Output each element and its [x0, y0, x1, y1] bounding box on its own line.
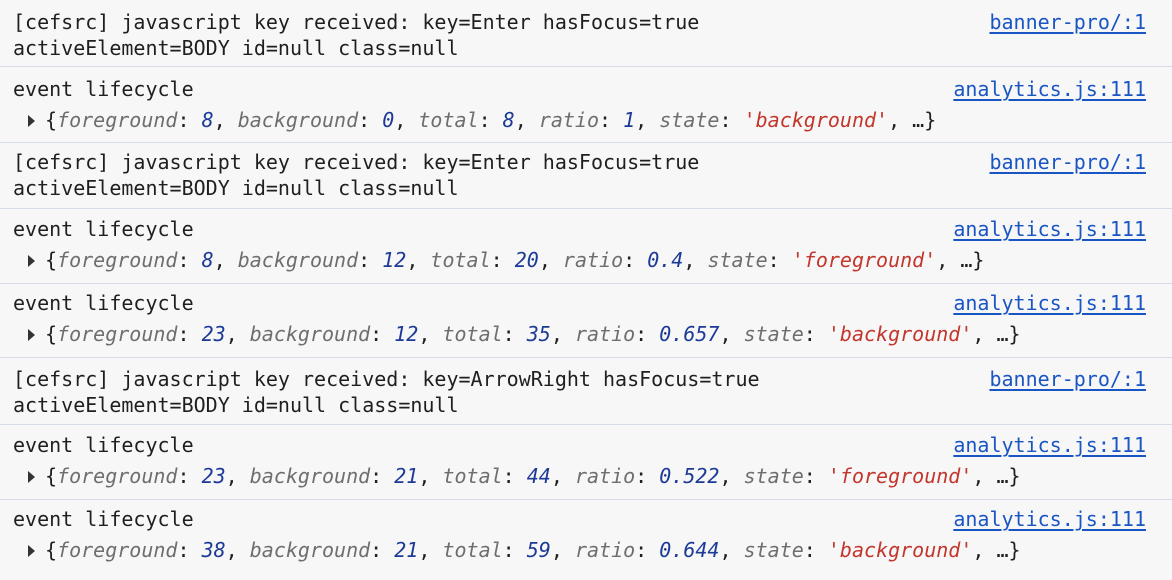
key-total: total [442, 464, 503, 488]
key-total: total [418, 108, 479, 132]
console-message: event lifecycle analytics.js:111 {foregr… [0, 425, 1172, 500]
value-foreground: 8 [201, 248, 214, 272]
message-text: [cefsrc] javascript key received: key=En… [13, 149, 972, 201]
key-foreground: foreground [57, 538, 178, 562]
key-ratio: ratio [574, 464, 636, 488]
value-state: 'background' [743, 108, 889, 132]
key-state: state [659, 108, 720, 132]
message-text: event lifecycle [13, 507, 194, 531]
expand-caret-icon[interactable] [28, 545, 35, 557]
object-preview[interactable]: {foreground: 8, background: 12, total: 2… [28, 247, 984, 273]
value-ratio: 0.522 [659, 464, 720, 488]
value-total: 44 [526, 464, 551, 488]
key-background: background [249, 464, 371, 488]
message-line-2: activeElement=BODY id=null class=null [13, 36, 459, 60]
console-message: [cefsrc] javascript key received: key=Ar… [0, 358, 1172, 425]
expand-caret-icon[interactable] [28, 255, 35, 267]
key-total: total [442, 322, 503, 346]
value-total: 20 [514, 248, 539, 272]
key-background: background [249, 322, 371, 346]
key-total: total [430, 248, 491, 272]
value-ratio: 1 [623, 108, 636, 132]
message-line-2: activeElement=BODY id=null class=null [13, 176, 459, 200]
value-state: 'background' [827, 538, 973, 562]
message-text: [cefsrc] javascript key received: key=Ar… [13, 366, 972, 418]
console-message: [cefsrc] javascript key received: key=En… [0, 0, 1172, 67]
console-message: event lifecycle analytics.js:111 {foregr… [0, 500, 1172, 580]
source-link[interactable]: analytics.js:111 [953, 216, 1146, 242]
value-ratio: 0.4 [647, 248, 684, 272]
value-state: 'foreground' [827, 464, 973, 488]
message-text: event lifecycle [13, 217, 194, 241]
message-line-1: [cefsrc] javascript key received: key=Ar… [13, 367, 760, 391]
key-background: background [237, 108, 359, 132]
value-foreground: 38 [201, 538, 226, 562]
message-text: event lifecycle [13, 433, 194, 457]
value-background: 12 [382, 248, 407, 272]
message-line-1: [cefsrc] javascript key received: key=En… [13, 10, 700, 34]
source-link[interactable]: banner-pro/:1 [989, 9, 1146, 35]
expand-caret-icon[interactable] [28, 329, 35, 341]
object-preview[interactable]: {foreground: 38, background: 21, total: … [28, 537, 1021, 563]
source-link[interactable]: banner-pro/:1 [989, 149, 1146, 175]
console-panel: [cefsrc] javascript key received: key=En… [0, 0, 1172, 580]
value-total: 35 [526, 322, 551, 346]
message-line-1: [cefsrc] javascript key received: key=En… [13, 150, 700, 174]
key-foreground: foreground [57, 322, 178, 346]
key-ratio: ratio [574, 538, 636, 562]
key-ratio: ratio [538, 108, 600, 132]
key-state: state [743, 322, 804, 346]
value-foreground: 23 [201, 322, 226, 346]
value-background: 21 [394, 464, 419, 488]
key-foreground: foreground [57, 248, 178, 272]
value-foreground: 8 [201, 108, 214, 132]
value-ratio: 0.657 [659, 322, 720, 346]
console-message: [cefsrc] javascript key received: key=En… [0, 143, 1172, 209]
source-link[interactable]: analytics.js:111 [953, 506, 1146, 532]
source-link[interactable]: banner-pro/:1 [989, 366, 1146, 392]
object-preview[interactable]: {foreground: 8, background: 0, total: 8,… [28, 107, 936, 133]
message-text: [cefsrc] javascript key received: key=En… [13, 9, 972, 61]
value-background: 21 [394, 538, 419, 562]
key-state: state [707, 248, 768, 272]
message-text: event lifecycle [13, 291, 194, 315]
value-foreground: 23 [201, 464, 226, 488]
key-foreground: foreground [57, 464, 178, 488]
console-message: event lifecycle analytics.js:111 {foregr… [0, 209, 1172, 284]
key-total: total [442, 538, 503, 562]
value-total: 59 [526, 538, 551, 562]
console-message: event lifecycle analytics.js:111 {foregr… [0, 284, 1172, 358]
object-preview[interactable]: {foreground: 23, background: 21, total: … [28, 463, 1021, 489]
key-ratio: ratio [574, 322, 636, 346]
source-link[interactable]: analytics.js:111 [953, 76, 1146, 102]
message-text: event lifecycle [13, 77, 194, 101]
value-background: 12 [394, 322, 419, 346]
value-background: 0 [382, 108, 395, 132]
key-foreground: foreground [57, 108, 178, 132]
key-ratio: ratio [562, 248, 624, 272]
key-background: background [237, 248, 359, 272]
value-total: 8 [502, 108, 515, 132]
source-link[interactable]: analytics.js:111 [953, 432, 1146, 458]
expand-caret-icon[interactable] [28, 115, 35, 127]
console-message: event lifecycle analytics.js:111 {foregr… [0, 67, 1172, 143]
value-state: 'background' [827, 322, 973, 346]
key-state: state [743, 464, 804, 488]
message-line-2: activeElement=BODY id=null class=null [13, 393, 459, 417]
key-state: state [743, 538, 804, 562]
key-background: background [249, 538, 371, 562]
object-preview[interactable]: {foreground: 23, background: 12, total: … [28, 321, 1021, 347]
value-state: 'foreground' [791, 248, 937, 272]
expand-caret-icon[interactable] [28, 471, 35, 483]
source-link[interactable]: analytics.js:111 [953, 290, 1146, 316]
value-ratio: 0.644 [659, 538, 720, 562]
